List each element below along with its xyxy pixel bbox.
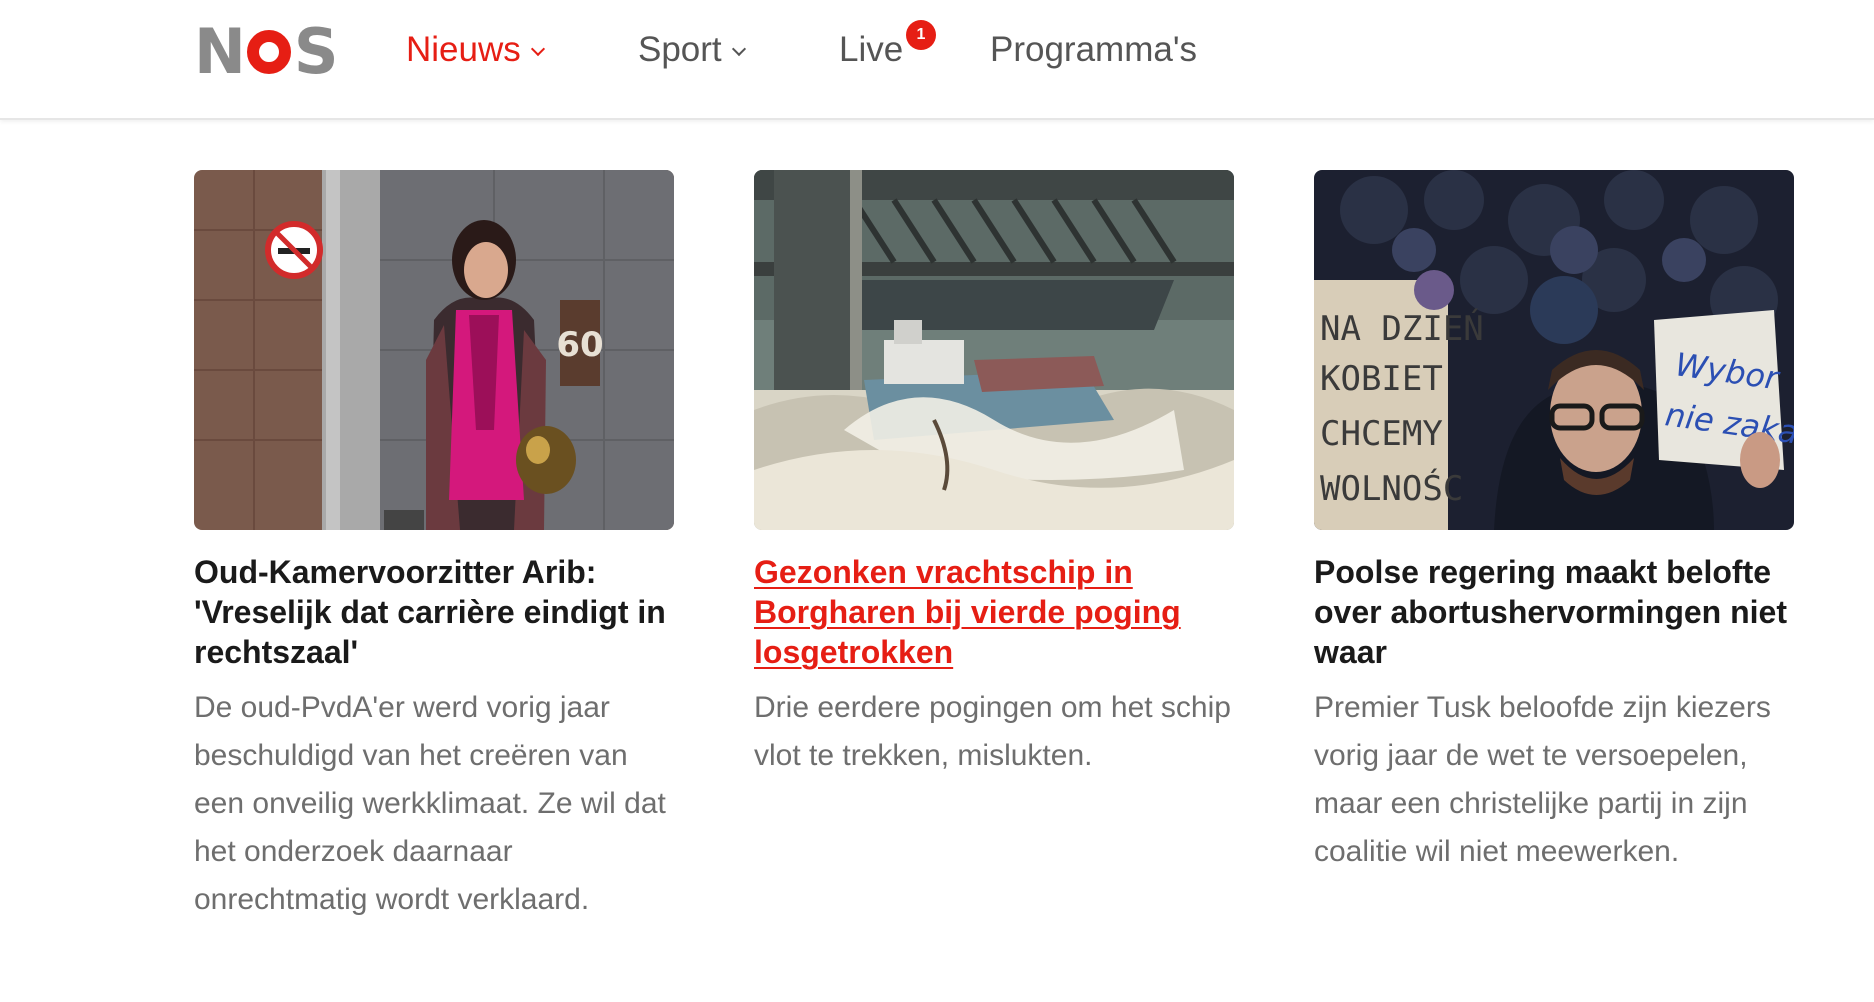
- nav-item-label: Nieuws: [406, 30, 521, 69]
- article-image-protest[interactable]: NA DZIEŃ KOBIET CHCEMY WOLNOŚC Wybor nie…: [1314, 170, 1794, 530]
- protest-sign-text: CHCEMY: [1320, 414, 1443, 454]
- nos-logo[interactable]: N S: [194, 15, 339, 88]
- nav-item-live[interactable]: Live: [839, 30, 903, 70]
- article-summary: Drie eerdere pogingen om het schip vlot …: [754, 691, 1231, 772]
- article-card[interactable]: Gezonken vrachtschip in Borgharen bij vi…: [754, 170, 1234, 780]
- logo-letter-o-red-ring: [246, 30, 291, 74]
- article-image-sunken-ship[interactable]: [754, 170, 1234, 530]
- nav-item-label: Live: [839, 30, 904, 69]
- nav-item-sport[interactable]: Sport: [638, 30, 746, 70]
- logo-letter-s: S: [293, 15, 339, 88]
- article-headline[interactable]: Oud-Kamervoorzitter Arib: 'Vreselijk dat…: [194, 552, 674, 672]
- logo-letter-n: N: [194, 15, 246, 88]
- article-headline[interactable]: Poolse regering maakt belofte over abort…: [1314, 552, 1794, 672]
- nav-item-programmas[interactable]: Programma's: [990, 30, 1197, 70]
- article-card[interactable]: 60 Oud-Kamervoorzitter Arib: 'Vreselijk …: [194, 170, 674, 924]
- top-navigation-bar: N S Nieuws Sport Live 1 Programma's: [0, 0, 1874, 120]
- nav-item-label: Programma's: [990, 30, 1198, 69]
- article-image-arib[interactable]: 60: [194, 170, 674, 530]
- protest-sign-text: WOLNOŚC: [1320, 468, 1463, 509]
- nav-item-nieuws[interactable]: Nieuws: [406, 30, 545, 70]
- nav-item-label: Sport: [638, 30, 722, 69]
- protest-sign-text: NA DZIEŃ: [1320, 308, 1484, 349]
- image-sign-number: 60: [556, 325, 603, 365]
- chevron-down-icon: [731, 41, 746, 57]
- article-summary: Premier Tusk beloofde zijn kiezers vorig…: [1314, 691, 1771, 868]
- article-headline[interactable]: Gezonken vrachtschip in Borgharen bij vi…: [754, 552, 1234, 672]
- protest-sign-text: KOBIET: [1320, 359, 1443, 399]
- chevron-down-icon: [530, 41, 545, 57]
- article-summary: De oud-PvdA'er werd vorig jaar beschuldi…: [194, 691, 666, 916]
- live-count-badge: 1: [906, 20, 936, 50]
- article-card[interactable]: NA DZIEŃ KOBIET CHCEMY WOLNOŚC Wybor nie…: [1314, 170, 1794, 876]
